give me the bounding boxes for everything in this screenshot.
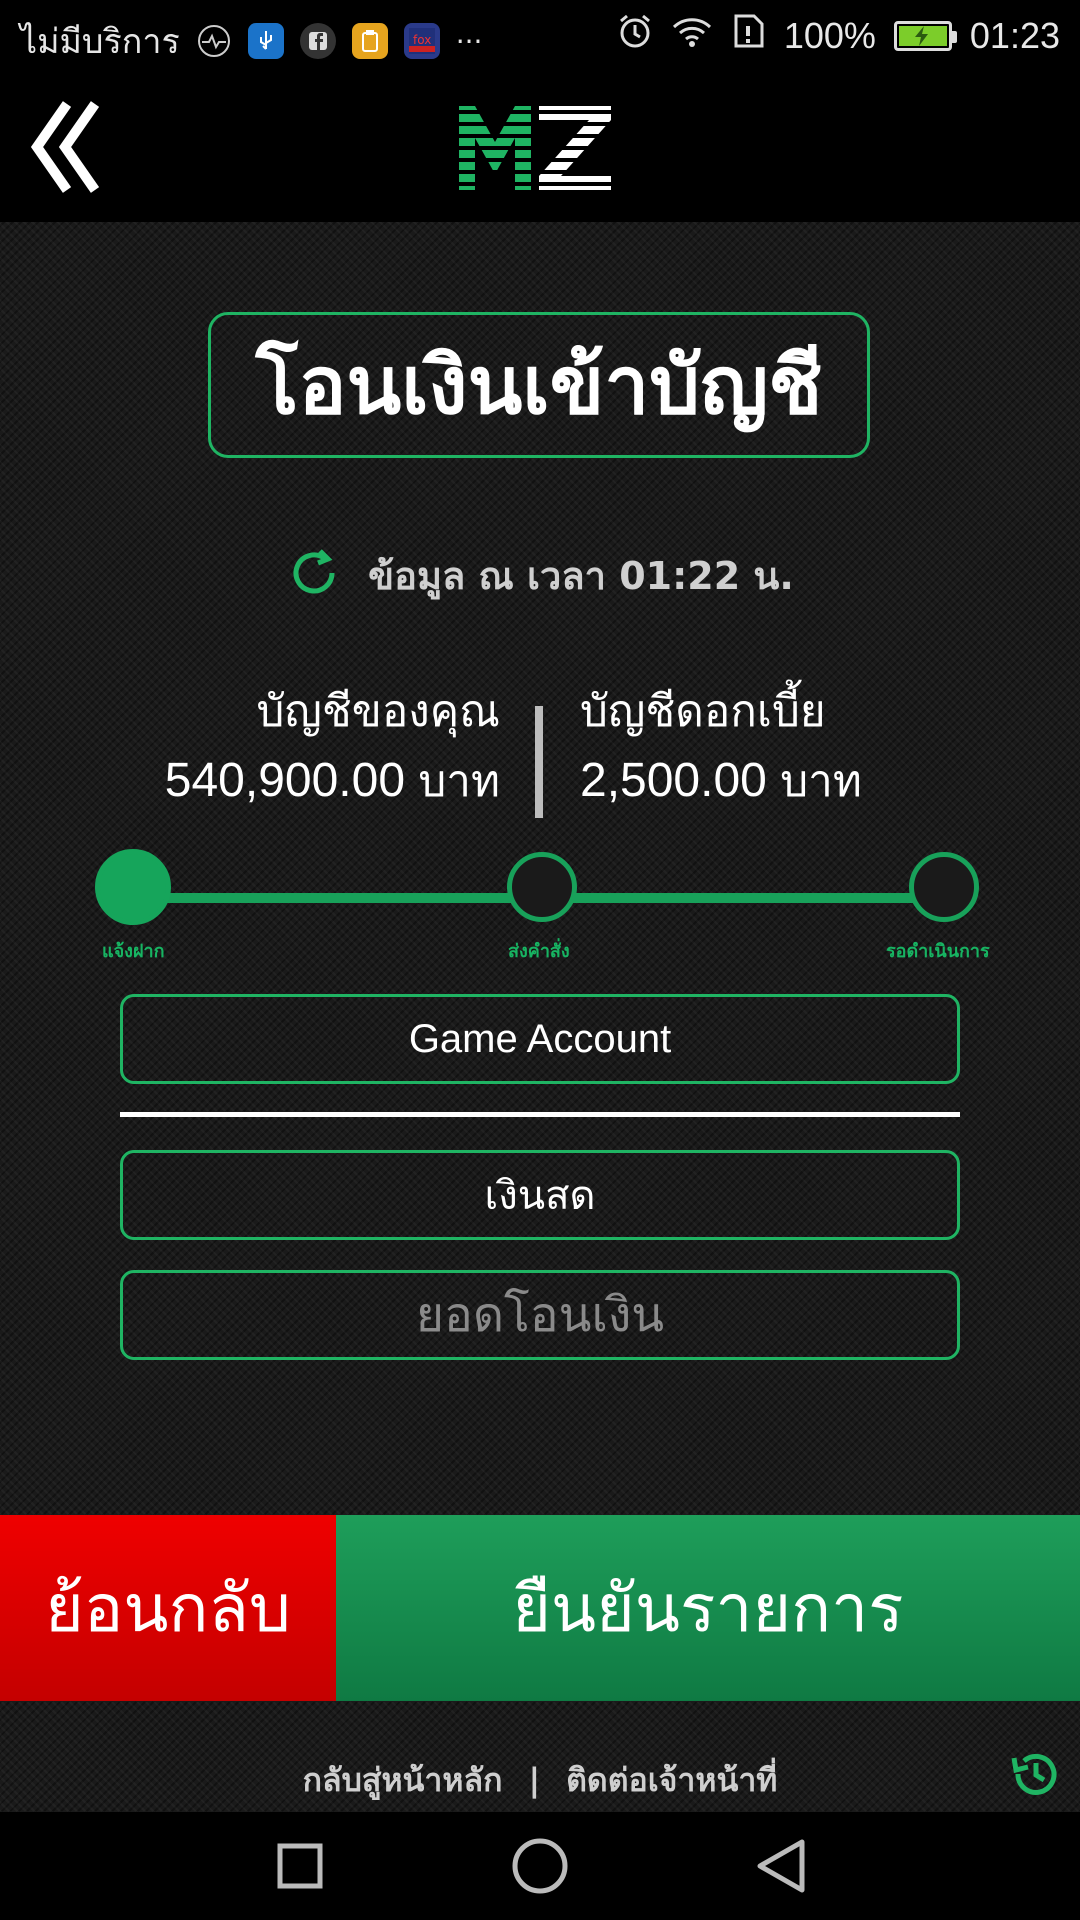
step-label-3: รอดำเนินการ	[886, 941, 990, 962]
alarm-icon	[618, 13, 652, 58]
data-timestamp: ข้อมูล ณ เวลา 01:22 น.	[0, 542, 1080, 608]
sim-alert-icon	[732, 12, 766, 59]
balances-section: บัญชีของคุณ 540,900.00 บาท บัญชีดอกเบี้ย…	[0, 682, 1080, 832]
app-header	[0, 72, 1080, 222]
payment-method-select[interactable]: เงินสด	[120, 1150, 960, 1240]
interest-account-label: บัญชีดอกเบี้ย	[580, 686, 826, 737]
battery-percent: 100%	[783, 14, 876, 56]
step-dot-3	[909, 852, 979, 922]
interest-account-value: 2,500.00	[580, 754, 767, 807]
brand-logo	[455, 102, 615, 192]
step-label-1: แจ้งฝาก	[102, 941, 165, 962]
timestamp-text: ข้อมูล ณ เวลา 01:22 น.	[368, 553, 794, 598]
my-account-balance: บัญชีของคุณ 540,900.00 บาท	[80, 682, 500, 815]
interest-account-amount: 2,500.00 บาท	[580, 748, 1000, 815]
pulse-icon	[196, 23, 232, 59]
main-panel: โอนเงินเข้าบัญชี ข้อมูล ณ เวลา 01:22 น. …	[0, 222, 1080, 1812]
confirm-button[interactable]: ยืนยันรายการ	[336, 1515, 1080, 1701]
home-icon[interactable]	[510, 1836, 570, 1896]
status-bar: ไม่มีบริการ fox ··· 100% 01:23	[0, 0, 1080, 72]
footer-separator: |	[528, 1761, 541, 1799]
step-dot-1	[95, 849, 171, 925]
back-button[interactable]: ย้อนกลับ	[0, 1515, 336, 1701]
system-navigation-bar	[0, 1812, 1080, 1920]
recent-apps-icon[interactable]	[270, 1836, 330, 1896]
balance-divider	[535, 706, 543, 818]
usb-icon	[247, 23, 284, 59]
game-account-select[interactable]: Game Account	[120, 994, 960, 1084]
double-chevron-left-icon[interactable]	[26, 100, 106, 194]
step-dot-2	[507, 852, 577, 922]
footer-links: กลับสู่หน้าหลัก | ติดต่อเจ้าหน้าที่	[0, 1752, 1080, 1808]
form-divider	[120, 1112, 960, 1117]
currency-unit: บาท	[418, 756, 500, 807]
interest-account-balance: บัญชีดอกเบี้ย 2,500.00 บาท	[580, 682, 1000, 815]
back-nav-icon[interactable]	[752, 1836, 812, 1896]
clock: 01:23	[969, 14, 1060, 56]
svg-text:fox: fox	[413, 33, 431, 47]
action-buttons: ย้อนกลับ ยืนยันรายการ	[0, 1515, 1080, 1701]
wifi-icon	[670, 13, 714, 58]
contact-link[interactable]: ติดต่อเจ้าหน้าที่	[566, 1755, 777, 1806]
more-notifications-label: ···	[455, 24, 483, 58]
currency-unit: บาท	[780, 756, 862, 807]
app-icon: fox	[403, 23, 440, 59]
refresh-icon[interactable]	[286, 545, 342, 605]
my-account-amount: 540,900.00 บาท	[80, 748, 500, 815]
battery-charging-icon	[893, 20, 957, 51]
history-icon[interactable]	[1008, 1746, 1064, 1802]
step-label-2: ส่งคำสั่ง	[508, 941, 570, 962]
page-title: โอนเงินเข้าบัญชี	[208, 312, 870, 458]
transfer-amount-input[interactable]	[120, 1270, 960, 1360]
carrier-label: ไม่มีบริการ	[20, 22, 180, 62]
my-account-label: บัญชีของคุณ	[256, 686, 500, 737]
status-bar-left: ไม่มีบริการ fox ···	[20, 14, 482, 68]
facebook-icon	[299, 23, 336, 59]
status-bar-right: 100% 01:23	[618, 12, 1060, 59]
progress-steps: แจ้งฝาก ส่งคำสั่ง รอดำเนินการ	[0, 849, 1080, 982]
my-account-value: 540,900.00	[164, 754, 406, 807]
home-link[interactable]: กลับสู่หน้าหลัก	[303, 1755, 503, 1806]
clipboard-icon	[351, 23, 388, 59]
